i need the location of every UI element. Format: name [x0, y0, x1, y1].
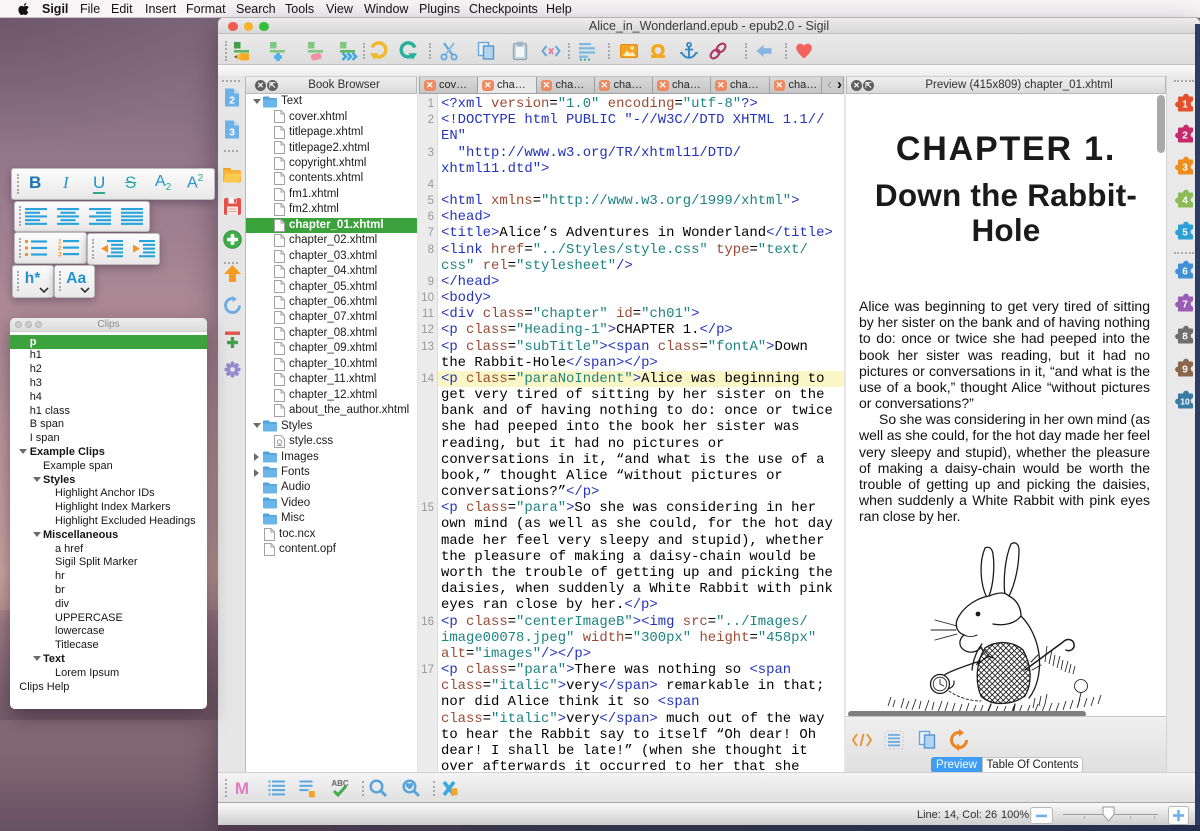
svg-text:2: 2: [1182, 130, 1188, 141]
svg-text:5: 5: [1182, 228, 1188, 239]
svg-text:Ω: Ω: [651, 42, 665, 62]
svg-text:7: 7: [1182, 299, 1188, 310]
svg-text:8: 8: [1182, 332, 1188, 343]
svg-text:10: 10: [1180, 396, 1190, 406]
svg-text:3: 3: [1182, 162, 1188, 173]
svg-text:3: 3: [58, 251, 62, 258]
svg-text:M: M: [235, 779, 249, 798]
svg-text:4: 4: [1182, 196, 1188, 207]
svg-text:2: 2: [229, 95, 235, 107]
svg-text:6: 6: [1182, 267, 1188, 278]
svg-text:1: 1: [1182, 99, 1188, 110]
svg-text:9: 9: [1182, 365, 1188, 376]
svg-text:3: 3: [229, 127, 235, 139]
